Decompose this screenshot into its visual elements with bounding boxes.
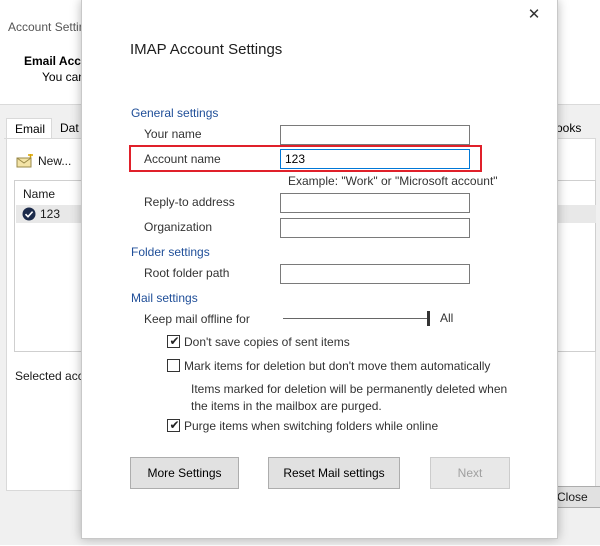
dialog-title: IMAP Account Settings bbox=[130, 41, 283, 58]
account-name-input[interactable] bbox=[280, 149, 470, 169]
root-folder-input[interactable] bbox=[280, 264, 470, 284]
your-name-label: Your name bbox=[144, 127, 202, 141]
reply-to-input[interactable] bbox=[280, 193, 470, 213]
keep-offline-value: All bbox=[440, 311, 454, 325]
mail-settings-heading: Mail settings bbox=[131, 291, 198, 305]
new-mail-icon bbox=[16, 154, 33, 168]
account-name-label: Account name bbox=[144, 152, 221, 166]
close-icon[interactable]: ✕ bbox=[522, 6, 546, 24]
tab-email[interactable]: Email bbox=[6, 118, 52, 139]
deletion-note-line-1: Items marked for deletion will be perman… bbox=[191, 382, 508, 396]
account-name-example: Example: "Work" or "Microsoft account" bbox=[288, 174, 498, 188]
column-header-name[interactable]: Name bbox=[23, 187, 55, 201]
close-button[interactable]: Close bbox=[552, 486, 600, 508]
new-account-label: New... bbox=[38, 154, 72, 168]
keep-offline-slider-track[interactable] bbox=[283, 318, 430, 319]
folder-settings-heading: Folder settings bbox=[131, 245, 210, 259]
no-sent-copies-label[interactable]: Don't save copies of sent items bbox=[184, 335, 350, 349]
account-settings-window-title: Account Settin bbox=[8, 20, 86, 34]
next-button[interactable]: Next bbox=[430, 457, 510, 489]
email-accounts-subtitle: You can bbox=[42, 70, 85, 84]
your-name-input[interactable] bbox=[280, 125, 470, 145]
reset-mail-settings-button[interactable]: Reset Mail settings bbox=[268, 457, 400, 489]
selected-account-label: Selected acco bbox=[15, 369, 91, 383]
root-folder-label: Root folder path bbox=[144, 266, 230, 280]
keep-offline-label: Keep mail offline for bbox=[144, 312, 250, 326]
no-sent-copies-checkbox[interactable]: ✔ bbox=[167, 334, 180, 348]
checkmark-icon: ✔ bbox=[169, 334, 180, 348]
new-account-button[interactable]: New... bbox=[16, 154, 71, 168]
keep-offline-slider-thumb[interactable] bbox=[427, 311, 430, 326]
imap-account-settings-dialog: ✕ IMAP Account Settings General settings… bbox=[81, 0, 558, 539]
more-settings-button[interactable]: More Settings bbox=[130, 457, 239, 489]
deletion-note-line-2: the items in the mailbox are purged. bbox=[191, 399, 382, 413]
account-row-name: 123 bbox=[40, 207, 61, 221]
purge-items-label[interactable]: Purge items when switching folders while… bbox=[184, 419, 438, 433]
checkmark-icon: ✔ bbox=[169, 418, 180, 432]
general-settings-heading: General settings bbox=[131, 106, 219, 120]
mark-deletion-label[interactable]: Mark items for deletion but don't move t… bbox=[184, 359, 490, 373]
default-account-check-icon bbox=[22, 207, 36, 221]
reply-to-label: Reply-to address bbox=[144, 195, 235, 209]
mark-deletion-checkbox[interactable] bbox=[167, 359, 180, 372]
organization-input[interactable] bbox=[280, 218, 470, 238]
organization-label: Organization bbox=[144, 220, 213, 234]
purge-items-checkbox[interactable]: ✔ bbox=[167, 418, 180, 432]
